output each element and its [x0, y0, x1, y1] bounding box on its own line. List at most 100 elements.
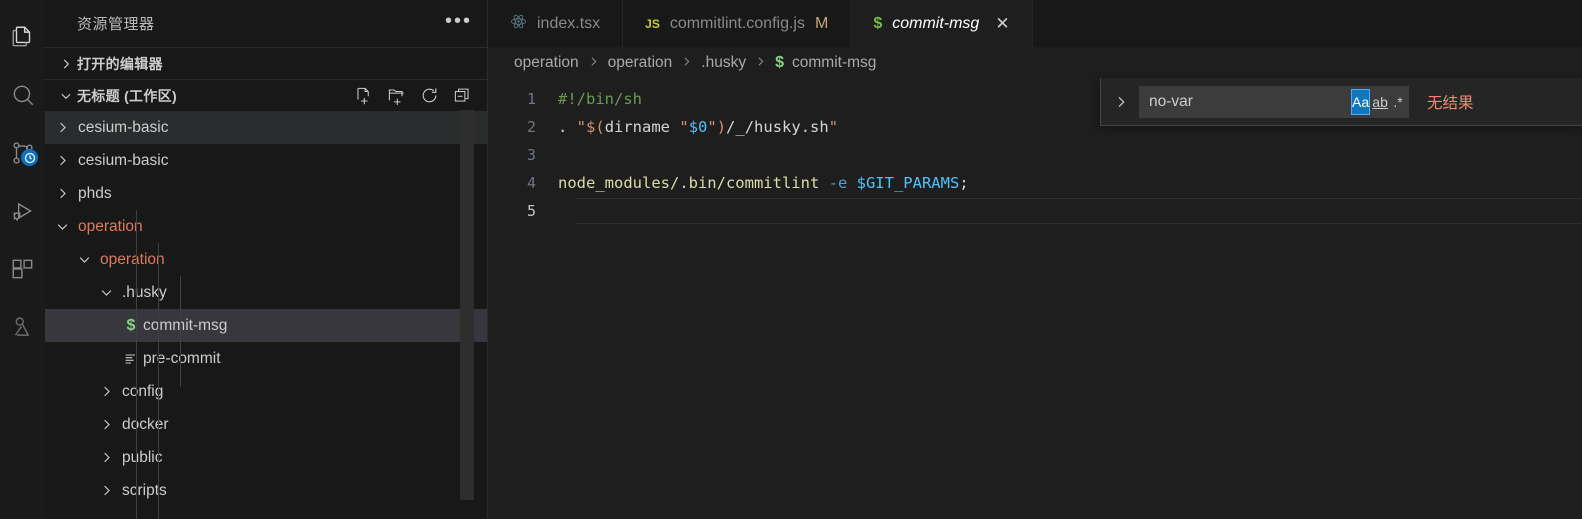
- tree-item-operation-3[interactable]: operation: [45, 210, 488, 243]
- extensions-icon: [10, 256, 36, 282]
- code-token: node_modules/.bin/commitlint: [558, 174, 829, 192]
- section-workspace[interactable]: 无标题 (工作区): [45, 79, 488, 111]
- indent-guide: [158, 243, 159, 519]
- code-line[interactable]: 5: [488, 197, 1582, 225]
- files-icon: [10, 24, 36, 50]
- tree-item-cesium-basic-0[interactable]: cesium-basic: [45, 111, 488, 144]
- breadcrumb-item[interactable]: commit-msg: [792, 54, 876, 72]
- shell-script-icon: $: [873, 14, 883, 32]
- tree-item-label: cesium-basic: [78, 151, 169, 169]
- tree-item-phds-2[interactable]: phds: [45, 177, 488, 210]
- line-number: 3: [526, 146, 536, 164]
- editor-tab-commitlint-config-js[interactable]: JS commitlint.config.js M: [623, 0, 852, 47]
- line-number: 1: [526, 90, 536, 108]
- tree-item-operation-4[interactable]: operation: [45, 243, 488, 276]
- code-token: dirname: [604, 118, 680, 136]
- code-editor[interactable]: 1 #!/bin/sh 2 . "$(dirname "$0")/_/husky.sh…: [488, 79, 1582, 519]
- indent-guide: [136, 210, 137, 519]
- line-number: 5: [526, 202, 536, 220]
- line-number: 2: [526, 118, 536, 136]
- whole-word-toggle[interactable]: ab: [1372, 89, 1388, 115]
- react-icon: [510, 13, 527, 35]
- code-token: -e: [828, 174, 848, 192]
- activity-bar: [0, 0, 45, 519]
- code-token: ": [576, 118, 587, 136]
- chevron-right-icon[interactable]: [97, 483, 115, 498]
- sidebar-title: 资源管理器: [77, 16, 155, 33]
- activity-item-testing[interactable]: [0, 298, 45, 356]
- tree-item-public-10[interactable]: public: [45, 441, 488, 474]
- breadcrumb-separator-icon: [587, 55, 600, 71]
- sidebar-scrollbar[interactable]: [460, 110, 474, 500]
- shell-script-icon: $: [775, 54, 784, 71]
- tree-item-label: scripts: [122, 481, 167, 499]
- use-regex-toggle[interactable]: .*: [1390, 89, 1406, 115]
- chevron-right-icon: [55, 57, 77, 71]
- chevron-right-icon[interactable]: [53, 153, 71, 168]
- tree-item-label: public: [122, 448, 163, 466]
- tree-item-husky-5[interactable]: .husky: [45, 276, 488, 309]
- section-open-editors[interactable]: 打开的编辑器: [45, 47, 488, 79]
- breadcrumb-separator-icon: [754, 55, 767, 71]
- tree-item-commit-msg-6[interactable]: $ commit-msg: [45, 309, 488, 342]
- beaker-icon: [10, 314, 36, 340]
- chevron-right-icon[interactable]: [53, 120, 71, 135]
- breadcrumb-item[interactable]: operation: [608, 54, 673, 72]
- find-input[interactable]: [1149, 92, 1349, 111]
- file-tree[interactable]: cesium-basic cesium-basic phds operation ope…: [45, 111, 488, 519]
- activity-item-run-and-debug[interactable]: [0, 182, 45, 240]
- ellipsis-icon[interactable]: •••: [445, 11, 472, 32]
- collapse-all-icon[interactable]: [453, 86, 472, 105]
- match-case-toggle[interactable]: Aa: [1351, 88, 1371, 115]
- tree-item-scripts-11[interactable]: scripts: [45, 474, 488, 507]
- shell-script-icon: $: [126, 316, 136, 334]
- chevron-right-icon[interactable]: [97, 384, 115, 399]
- search-icon: [10, 82, 36, 108]
- tab-bar-empty-space: [1032, 0, 1582, 47]
- activity-item-source-control[interactable]: [0, 124, 45, 182]
- code-token: $0: [688, 118, 708, 136]
- tree-item-docker-9[interactable]: docker: [45, 408, 488, 441]
- refresh-icon[interactable]: [420, 86, 439, 105]
- tree-item-pre-commit-7[interactable]: pre-commit: [45, 342, 488, 375]
- line-number: 4: [526, 174, 536, 192]
- code-token: ): [716, 118, 727, 136]
- tree-item-label: pre-commit: [143, 349, 221, 367]
- sidebar-title-bar: 资源管理器 •••: [45, 0, 488, 47]
- editor-tab-index-tsx[interactable]: index.tsx: [488, 0, 624, 47]
- tree-item-label: operation: [100, 250, 165, 268]
- explorer-sidebar: 资源管理器 ••• 打开的编辑器 无标题 (工作区) cesium-basic …: [45, 0, 488, 519]
- code-line-text: . "$(dirname "$0")/_/husky.sh": [558, 118, 838, 136]
- editor-tab-bar: index.tsx JS commitlint.config.js M $ commit-…: [488, 0, 1582, 47]
- tree-item-label: docker: [122, 415, 169, 433]
- code-token: ": [828, 118, 839, 136]
- code-line-text: node_modules/.bin/commitlint -e $GIT_PAR…: [558, 174, 969, 192]
- code-line[interactable]: 3: [488, 141, 1582, 169]
- new-folder-icon[interactable]: [387, 86, 406, 105]
- chevron-down-icon[interactable]: [53, 219, 71, 234]
- chevron-right-icon[interactable]: [97, 450, 115, 465]
- chevron-down-icon[interactable]: [97, 285, 115, 300]
- activity-item-search[interactable]: [0, 66, 45, 124]
- activity-item-explorer[interactable]: [0, 8, 45, 66]
- code-line[interactable]: 4 node_modules/.bin/commitlint -e $GIT_PA…: [488, 169, 1582, 197]
- editor-tab-commit-msg[interactable]: $ commit-msg ✕: [851, 0, 1033, 47]
- breadcrumb-item[interactable]: .husky: [701, 54, 746, 72]
- activity-item-extensions[interactable]: [0, 240, 45, 298]
- code-token: ": [679, 118, 689, 136]
- vscode-window: 资源管理器 ••• 打开的编辑器 无标题 (工作区) cesium-basic …: [0, 0, 1582, 519]
- indent-guide: [180, 276, 181, 387]
- chevron-right-icon[interactable]: [1109, 94, 1133, 110]
- tree-item-label: cesium-basic: [78, 118, 169, 136]
- chevron-right-icon[interactable]: [97, 417, 115, 432]
- new-file-icon[interactable]: [354, 86, 373, 105]
- find-widget: Aa ab .* 无结果: [1100, 78, 1582, 126]
- close-icon[interactable]: ✕: [995, 14, 1009, 34]
- chevron-right-icon[interactable]: [53, 186, 71, 201]
- chevron-down-icon[interactable]: [75, 252, 93, 267]
- tree-item-cesium-basic-1[interactable]: cesium-basic: [45, 144, 488, 177]
- code-line-text: #!/bin/sh: [558, 90, 642, 108]
- tree-item-config-8[interactable]: config: [45, 375, 488, 408]
- find-result-message: 无结果: [1427, 94, 1474, 112]
- breadcrumb-item[interactable]: operation: [514, 54, 579, 72]
